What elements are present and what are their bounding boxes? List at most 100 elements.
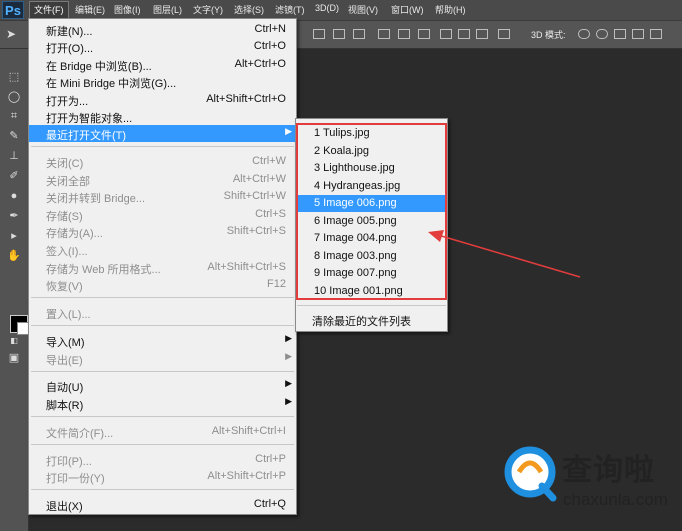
menu-image[interactable]: 图像(I) [114,3,141,16]
menu-window[interactable]: 窗口(W) [391,3,424,16]
slide-3d-icon[interactable] [632,29,644,39]
menu-item-import[interactable]: 导入(M) ▶ [29,332,296,349]
menu-item-automate[interactable]: 自动(U) ▶ [29,377,296,394]
clear-recent-label: 清除最近的文件列表 [312,316,411,328]
menu-item-label: 脚本(R) [46,400,84,412]
menu-item-label: 打印(P)... [46,456,92,468]
clear-recent-files-item[interactable]: 清除最近的文件列表 [297,311,446,328]
tools-panel: ⬚ ◯ ⌗ ✎ ⊥ ✐ ● ✒ ▸ ✋ ◧ ▣ [0,49,30,531]
menu-item-shortcut: Alt+Ctrl+O [234,58,286,70]
recent-file-item[interactable]: 1 Tulips.jpg [298,125,445,142]
menu-item-label: 签入(I)... [46,246,88,258]
menu-divider [297,305,446,306]
menu-edit[interactable]: 编辑(E) [75,3,105,16]
submenu-arrow-icon: ▶ [285,333,292,343]
menu-item-label: 最近打开文件(T) [46,130,127,142]
menu-item-close-all[interactable]: 关闭全部 Alt+Ctrl+W [29,171,296,188]
menu-item-export[interactable]: 导出(E) ▶ [29,350,296,367]
recent-file-label: 5 Image 006.png [314,197,397,209]
menu-select[interactable]: 选择(S) [234,3,264,16]
marquee-tool-icon[interactable]: ⬚ [7,71,21,83]
menu-item-new[interactable]: 新建(N)... Ctrl+N [29,21,296,38]
menu-item-label: 打开(O)... [46,43,94,55]
menu-item-label: 存储(S) [46,211,83,223]
menu-file[interactable]: 文件(F) [29,1,69,19]
eyedropper-tool-icon[interactable]: ✎ [7,130,21,142]
align-top-icon[interactable] [313,29,325,39]
pen-tool-icon[interactable]: ✒ [7,210,21,222]
recent-file-label: 6 Image 005.png [314,215,397,227]
menu-item-shortcut: Alt+Ctrl+W [232,173,286,185]
menu-item-scripts[interactable]: 脚本(R) ▶ [29,395,296,412]
distribute-bottom-icon[interactable] [476,29,488,39]
crop-tool-icon[interactable]: ⌗ [7,110,21,122]
menu-item-label: 存储为(A)... [46,228,103,240]
scale-3d-icon[interactable] [650,29,662,39]
align-center-icon[interactable] [398,29,410,39]
menu-item-revert[interactable]: 恢复(V) F12 [29,276,296,293]
menu-item-label: 在 Mini Bridge 中浏览(G)... [46,78,177,90]
watermark-text-en: chaxunla.com [563,490,668,509]
menu-item-save-for-web[interactable]: 存储为 Web 所用格式... Alt+Shift+Ctrl+S [29,259,296,276]
menu-layer[interactable]: 图层(L) [153,3,182,16]
recent-file-item[interactable]: 10 Image 001.png [298,283,445,300]
submenu-arrow-icon: ▶ [285,396,292,406]
menu-item-browse-mini-bridge[interactable]: 在 Mini Bridge 中浏览(G)... [29,73,296,90]
menu-item-close-goto-bridge[interactable]: 关闭并转到 Bridge... Shift+Ctrl+W [29,188,296,205]
align-middle-icon[interactable] [333,29,345,39]
menu-item-open-recent[interactable]: 最近打开文件(T) ▶ [29,125,296,142]
stamp-tool-icon[interactable]: ⊥ [7,150,21,162]
menu-divider [31,146,294,147]
menu-item-browse-bridge[interactable]: 在 Bridge 中浏览(B)... Alt+Ctrl+O [29,56,296,73]
recent-file-label: 8 Image 003.png [314,250,397,262]
menu-item-label: 导入(M) [46,337,85,349]
align-right-icon[interactable] [418,29,430,39]
brush-tool-icon[interactable]: ✐ [7,170,21,182]
menu-type[interactable]: 文字(Y) [193,3,223,16]
menu-help[interactable]: 帮助(H) [435,3,466,16]
menu-item-open-as[interactable]: 打开为... Alt+Shift+Ctrl+O [29,91,296,108]
menu-divider [31,297,294,298]
watermark-logo-icon [504,446,557,502]
recent-file-item[interactable]: 3 Lighthouse.jpg [298,160,445,177]
blur-tool-icon[interactable]: ● [7,190,21,202]
recent-file-item-selected[interactable]: 5 Image 006.png [298,195,445,212]
distribute-top-icon[interactable] [440,29,452,39]
menu-3d[interactable]: 3D(D) [315,3,339,13]
menu-item-print-one-copy[interactable]: 打印一份(Y) Alt+Shift+Ctrl+P [29,468,296,485]
submenu-arrow-icon: ▶ [285,351,292,361]
menu-item-file-info[interactable]: 文件简介(F)... Alt+Shift+Ctrl+I [29,423,296,440]
rotate-3d-icon[interactable] [578,29,590,39]
menu-item-save[interactable]: 存储(S) Ctrl+S [29,206,296,223]
distribute-left-icon[interactable] [498,29,510,39]
menu-item-print[interactable]: 打印(P)... Ctrl+P [29,451,296,468]
lasso-tool-icon[interactable]: ◯ [7,91,21,103]
swap-colors-icon[interactable]: ◧ [7,335,21,347]
recent-file-item[interactable]: 2 Koala.jpg [298,143,445,160]
menu-item-save-as[interactable]: 存储为(A)... Shift+Ctrl+S [29,223,296,240]
distribute-middle-icon[interactable] [458,29,470,39]
menu-item-place[interactable]: 置入(L)... [29,304,296,321]
quick-mask-icon[interactable]: ▣ [7,352,21,364]
path-select-icon[interactable]: ▸ [7,230,21,242]
menu-item-label: 置入(L)... [46,309,91,321]
menu-item-exit[interactable]: 退出(X) Ctrl+Q [29,496,296,513]
roll-3d-icon[interactable] [596,29,608,39]
menu-item-shortcut: Ctrl+N [254,23,286,35]
align-left-icon[interactable] [378,29,390,39]
drag-3d-icon[interactable] [614,29,626,39]
menu-filter[interactable]: 滤镜(T) [275,3,305,16]
hand-tool-icon[interactable]: ✋ [7,250,21,262]
menu-item-close[interactable]: 关闭(C) Ctrl+W [29,153,296,170]
menu-item-check-in[interactable]: 签入(I)... [29,241,296,258]
menu-item-label: 新建(N)... [46,26,93,38]
move-tool-icon[interactable]: ➤ [6,27,20,41]
menu-item-label: 导出(E) [46,355,83,367]
menu-view[interactable]: 视图(V) [348,3,378,16]
menu-item-open[interactable]: 打开(O)... Ctrl+O [29,38,296,55]
menu-item-label: 关闭并转到 Bridge... [46,193,146,205]
recent-file-label: 9 Image 007.png [314,267,397,279]
align-bottom-icon[interactable] [353,29,365,39]
menu-item-open-smart-object[interactable]: 打开为智能对象... [29,108,296,125]
recent-file-item[interactable]: 4 Hydrangeas.jpg [298,178,445,195]
